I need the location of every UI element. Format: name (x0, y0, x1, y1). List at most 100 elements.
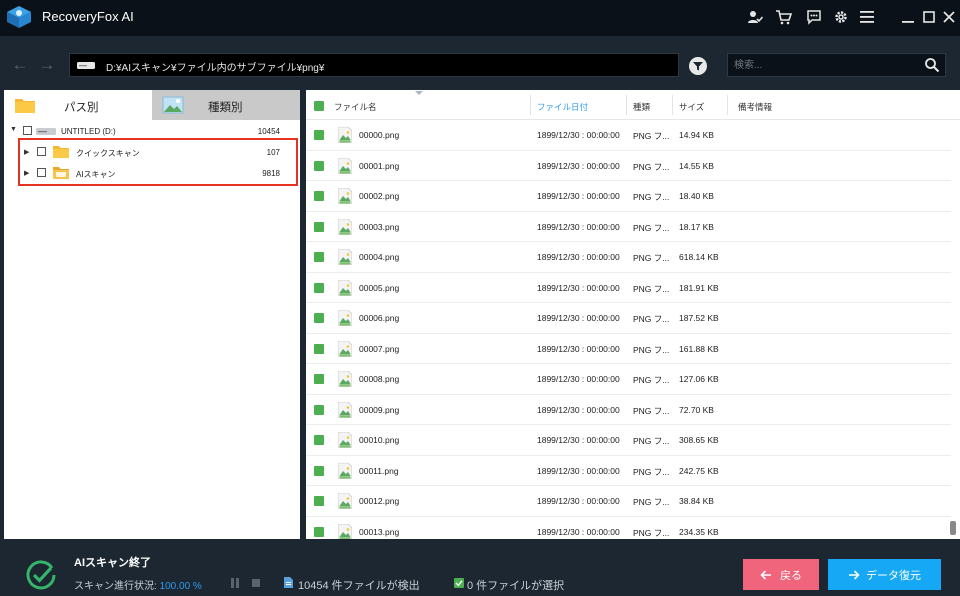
table-row[interactable]: 00009.png 1899/12/30 : 00:00:00 PNG フ... 72… (306, 395, 951, 425)
row-checkbox[interactable] (314, 343, 324, 354)
search-input[interactable] (734, 57, 914, 73)
tree-root-node[interactable]: ▼ UNTITLED (D:) 10454 (4, 123, 300, 139)
column-divider[interactable] (727, 95, 728, 115)
tab-by-type[interactable]: 種類別 (152, 90, 300, 120)
file-date: 1899/12/30 : 00:00:00 (537, 191, 620, 201)
path-text: D:¥AIスキャン¥ファイル内のサブファイル¥png¥ (106, 63, 325, 74)
folder-icon (53, 146, 69, 158)
close-icon[interactable] (939, 7, 959, 27)
expand-triangle-icon[interactable]: ▶ (24, 169, 29, 177)
table-row[interactable]: 00010.png 1899/12/30 : 00:00:00 PNG フ... 30… (306, 425, 951, 456)
file-date: 1899/12/30 : 00:00:00 (537, 313, 620, 323)
table-row[interactable]: 00011.png 1899/12/30 : 00:00:00 PNG フ... 24… (306, 456, 951, 486)
row-checkbox[interactable] (314, 435, 324, 445)
recover-button[interactable]: データ復元 (828, 559, 941, 590)
minimize-icon[interactable] (898, 7, 918, 27)
collapse-triangle-icon[interactable]: ▼ (10, 126, 17, 133)
table-row[interactable]: 00005.png 1899/12/30 : 00:00:00 PNG フ... 18… (306, 273, 951, 303)
menu-icon[interactable] (857, 7, 877, 27)
column-header-size[interactable]: サイズ (679, 101, 704, 113)
png-file-icon (338, 371, 352, 387)
row-checkbox[interactable] (314, 252, 324, 262)
file-size: 234.35 KB (679, 526, 719, 537)
table-row[interactable]: 00006.png 1899/12/30 : 00:00:00 PNG フ... 18… (306, 303, 951, 334)
row-checkbox[interactable] (314, 130, 324, 140)
row-checkbox[interactable] (314, 221, 324, 232)
search-icon[interactable] (924, 57, 940, 73)
file-type: PNG フ... (633, 466, 670, 477)
row-checkbox[interactable] (314, 404, 324, 415)
scroll-thumb[interactable] (950, 521, 956, 535)
row-checkbox[interactable] (314, 465, 324, 476)
gear-icon[interactable] (831, 7, 851, 27)
feedback-icon[interactable] (804, 7, 824, 27)
column-header-name[interactable]: ファイル名 (334, 101, 377, 113)
table-row[interactable]: 00000.png 1899/12/30 : 00:00:00 PNG フ... 14… (306, 120, 951, 151)
tree-node-ai-scan[interactable]: ▶ AIスキャン 9818 (4, 163, 300, 183)
table-row[interactable]: 00003.png 1899/12/30 : 00:00:00 PNG フ... 18… (306, 212, 951, 242)
column-divider[interactable] (530, 95, 531, 115)
path-bar[interactable]: D:¥AIスキャン¥ファイル内のサブファイル¥png¥ (69, 53, 679, 77)
row-checkbox[interactable] (314, 374, 324, 384)
back-arrow-icon[interactable]: ← (11, 55, 29, 75)
table-row[interactable]: 00012.png 1899/12/30 : 00:00:00 PNG フ... 38… (306, 486, 951, 517)
title-bar: RecoveryFox AI (0, 0, 960, 36)
file-type: PNG フ... (633, 314, 670, 324)
table-row[interactable]: 00007.png 1899/12/30 : 00:00:00 PNG フ... 16… (306, 334, 951, 364)
row-checkbox[interactable] (314, 160, 324, 171)
recover-button-label: データ復元 (866, 569, 921, 582)
tab-by-path-label: パス別 (64, 102, 99, 114)
ai-scan-checkbox[interactable] (37, 168, 46, 177)
sort-caret-icon[interactable] (415, 91, 423, 95)
row-checkbox[interactable] (314, 282, 324, 293)
table-row[interactable]: 00013.png 1899/12/30 : 00:00:00 PNG フ... 23… (306, 517, 951, 539)
scan-progress-label: スキャン進行状況: (74, 581, 157, 592)
expand-triangle-icon[interactable]: ▶ (24, 148, 29, 156)
tree-node-quick-scan[interactable]: ▶ クイックスキャン 107 (4, 142, 300, 162)
table-row[interactable]: 00008.png 1899/12/30 : 00:00:00 PNG フ... 12… (306, 364, 951, 395)
vertical-scrollbar[interactable] (946, 120, 956, 539)
row-checkbox[interactable] (314, 526, 324, 537)
select-all-checkbox[interactable] (314, 101, 324, 111)
file-date: 1899/12/30 : 00:00:00 (537, 374, 620, 384)
forward-arrow-icon[interactable]: → (38, 55, 56, 75)
column-divider[interactable] (672, 95, 673, 115)
file-name: 00006.png (359, 313, 400, 323)
file-date: 1899/12/30 : 00:00:00 (537, 435, 620, 445)
app-title: RecoveryFox AI (42, 9, 134, 24)
file-name: 00003.png (359, 221, 400, 232)
column-divider[interactable] (626, 95, 627, 115)
file-name: 00004.png (359, 252, 400, 262)
file-size: 18.40 KB (679, 191, 714, 201)
maximize-icon[interactable] (919, 7, 939, 27)
column-header-type[interactable]: 種類 (633, 101, 650, 113)
drive-icon (36, 128, 56, 135)
filter-icon[interactable] (689, 57, 707, 75)
file-size: 618.14 KB (679, 252, 719, 262)
tree-node-count: 9818 (262, 169, 280, 178)
file-type: PNG フ... (633, 283, 670, 294)
row-checkbox[interactable] (314, 313, 324, 323)
check-circle-icon (26, 560, 56, 590)
files-found-text: 10454 件ファイルが検出 (298, 580, 420, 592)
column-header-date[interactable]: ファイル日付 (537, 101, 588, 113)
drive-icon (77, 62, 95, 69)
png-file-icon (338, 157, 352, 174)
quick-scan-checkbox[interactable] (37, 147, 46, 156)
stop-icon[interactable] (252, 579, 260, 587)
back-button[interactable]: 戻る (743, 559, 819, 590)
row-checkbox[interactable] (314, 496, 324, 506)
file-date: 1899/12/30 : 00:00:00 (537, 252, 620, 262)
tree-node-count: 107 (266, 148, 280, 157)
column-header-notes[interactable]: 備考情報 (738, 101, 772, 113)
file-size: 242.75 KB (679, 465, 719, 476)
root-checkbox[interactable] (23, 126, 32, 135)
table-row[interactable]: 00001.png 1899/12/30 : 00:00:00 PNG フ... 14… (306, 151, 951, 181)
pause-icon[interactable] (230, 578, 240, 588)
tab-by-path[interactable]: パス別 (4, 90, 152, 120)
cart-icon[interactable] (773, 7, 793, 27)
user-check-icon[interactable] (745, 7, 765, 27)
row-checkbox[interactable] (314, 191, 324, 201)
table-row[interactable]: 00004.png 1899/12/30 : 00:00:00 PNG フ... 61… (306, 242, 951, 273)
table-row[interactable]: 00002.png 1899/12/30 : 00:00:00 PNG フ... 18… (306, 181, 951, 212)
